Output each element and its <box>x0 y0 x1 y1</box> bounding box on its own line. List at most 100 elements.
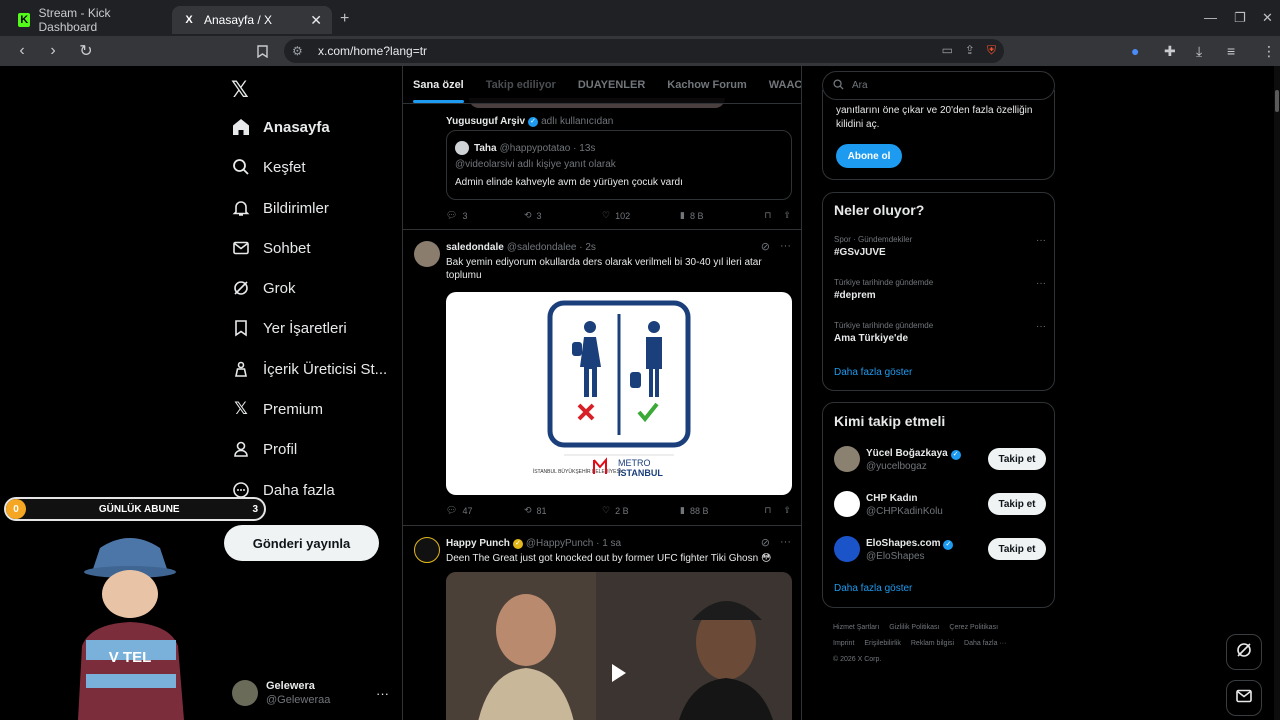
post-image[interactable]: İSTANBUL BÜYÜKŞEHİR BELEDİYESİ METRO İST… <box>446 292 792 495</box>
footer-link[interactable]: Daha fazla ··· <box>964 640 1006 647</box>
trend-item[interactable]: Türkiye tarihinde gündemde Ama Türkiye'd… <box>834 321 1046 344</box>
nav-item-notifications[interactable]: Bildirimler <box>231 194 329 222</box>
quoted-post[interactable]: Taha @happypotatao · 13s @videolarsivi a… <box>446 130 792 200</box>
cast-icon[interactable]: ▭ <box>942 43 953 58</box>
avatar[interactable] <box>414 241 440 267</box>
menu-icon[interactable]: ⋮ <box>1262 43 1276 60</box>
restore-icon[interactable]: ❐ <box>1234 10 1246 26</box>
bookmark-page-icon[interactable] <box>252 41 272 61</box>
footer-link[interactable]: Erişilebilirlik <box>864 640 901 647</box>
share-icon[interactable]: ⇪ <box>783 210 791 221</box>
share-icon[interactable]: ⇪ <box>783 505 791 516</box>
nav-item-home[interactable]: Anasayfa <box>231 113 330 141</box>
like-button[interactable]: ♡ 2 B <box>602 505 680 516</box>
grok-fab[interactable] <box>1226 634 1262 670</box>
post-video[interactable] <box>446 572 792 720</box>
counter-label: GÜNLÜK ABUNE <box>98 503 180 515</box>
footer-link[interactable]: Imprint <box>833 640 854 647</box>
footer-link[interactable]: Çerez Politikası <box>949 624 998 631</box>
window-close-icon[interactable]: ✕ <box>1262 10 1273 26</box>
nav-item-explore[interactable]: Keşfet <box>231 153 306 181</box>
post-author[interactable]: Yugusuguf Arşiv <box>446 116 525 127</box>
follow-button[interactable]: Takip et <box>988 493 1046 515</box>
views-button[interactable]: ▮ 8 B <box>680 210 750 221</box>
nav-item-premium[interactable]: 𝕏 Premium <box>231 395 323 423</box>
bookmark-icon[interactable]: ⊓ <box>764 505 771 516</box>
x-logo-icon[interactable]: 𝕏 <box>231 77 249 103</box>
post-author[interactable]: Happy Punch <box>446 538 510 549</box>
address-bar[interactable]: ⚙ x.com/home?lang=tr ▭ ⇪ ⛨ <box>284 39 1004 63</box>
browser-tab-kick[interactable]: K Stream - Kick Dashboard <box>8 6 168 34</box>
suggestion-handle: @CHPKadinKolu <box>866 506 943 517</box>
repost-button[interactable]: ⟲ 81 <box>524 505 602 516</box>
reply-button[interactable]: 💬︎ 3 <box>446 210 524 221</box>
timeline-post[interactable]: Happy Punch ✓ @HappyPunch · 1 sa ⊘ ··· D… <box>403 527 801 720</box>
share-icon[interactable]: ⇪ <box>965 43 975 58</box>
follow-suggestion[interactable]: CHP Kadın @CHPKadinKolu Takip et <box>834 489 1046 519</box>
profile-extension-icon[interactable]: ● <box>1131 43 1139 59</box>
timeline-post[interactable]: Yugusuguf Arşiv ✓ adlı kullanıcıdan Taha… <box>403 98 801 230</box>
bookmark-icon[interactable]: ⊓ <box>764 210 771 221</box>
reload-icon[interactable]: ↻ <box>76 41 96 61</box>
nav-item-profile[interactable]: Profil <box>231 435 297 463</box>
account-more-icon[interactable]: ··· <box>376 686 389 701</box>
verified-icon: ✓ <box>943 540 954 550</box>
tab-kachow-forum[interactable]: Kachow Forum <box>667 79 746 91</box>
nav-item-creator-studio[interactable]: İçerik Üreticisi St... <box>231 355 387 383</box>
trend-item[interactable]: Türkiye tarihinde gündemde #deprem ··· <box>834 278 1046 301</box>
views-button[interactable]: ▮ 88 B <box>680 505 750 516</box>
more-icon[interactable]: ··· <box>1036 235 1046 246</box>
person-icon <box>231 439 251 459</box>
extensions-icon[interactable]: ✚ <box>1164 43 1176 60</box>
download-icon[interactable]: ⤓ <box>1196 43 1202 60</box>
browser-tab-x[interactable]: X Anasayfa / X ✕ <box>172 6 332 34</box>
tab-close-icon[interactable]: ✕ <box>310 12 322 29</box>
follow-suggestion[interactable]: Yücel Boğazkaya ✓ @yucelbogaz Takip et <box>834 444 1046 474</box>
tab-following[interactable]: Takip ediliyor <box>486 79 556 91</box>
search-input[interactable]: Ara <box>822 71 1055 100</box>
more-icon[interactable]: ··· <box>1036 321 1046 332</box>
premium-card: yanıtlarını öne çıkar ve 20'den fazla öz… <box>822 90 1055 180</box>
follow-suggestion[interactable]: EloShapes.com ✓ @EloShapes Takip et <box>834 534 1046 564</box>
show-more-link[interactable]: Daha fazla göster <box>834 367 912 378</box>
tab-duayenler[interactable]: DUAYENLER <box>578 79 645 91</box>
more-icon[interactable]: ··· <box>780 240 791 253</box>
account-switcher[interactable]: Gelewera @Geleweraa <box>232 680 330 706</box>
nav-item-grok[interactable]: Grok <box>231 274 296 302</box>
timeline-post[interactable]: saledondale @saledondalee · 2s ⊘ ··· Bak… <box>403 231 801 526</box>
repost-button[interactable]: ⟲ 3 <box>524 210 602 221</box>
brave-shield-icon[interactable]: ⛨ <box>987 43 996 58</box>
reply-button[interactable]: 💬︎ 47 <box>446 505 524 516</box>
grok-icon[interactable]: ⊘ <box>761 240 770 253</box>
trend-item[interactable]: Spor · Gündemdekiler #GSvJUVE ··· <box>834 235 1046 258</box>
forward-icon[interactable]: › <box>43 41 63 61</box>
subscribe-button[interactable]: Abone ol <box>836 144 902 168</box>
tab-waac-club[interactable]: WAAC Club <box>769 79 801 91</box>
minimize-icon[interactable]: — <box>1204 10 1217 25</box>
nav-item-bookmarks[interactable]: Yer İşaretleri <box>231 314 347 342</box>
nav-item-messages[interactable]: Sohbet <box>231 234 311 262</box>
footer-link[interactable]: Gizlilik Politikası <box>889 624 939 631</box>
suggestion-name: CHP Kadın <box>866 493 918 504</box>
messages-fab[interactable] <box>1226 680 1262 716</box>
avatar[interactable] <box>414 537 440 563</box>
post-button[interactable]: Gönderi yayınla <box>224 525 379 561</box>
more-icon[interactable]: ··· <box>1036 278 1046 289</box>
follow-button[interactable]: Takip et <box>988 448 1046 470</box>
grok-icon[interactable]: ⊘ <box>761 536 770 549</box>
new-tab-icon[interactable]: + <box>340 10 349 28</box>
more-icon[interactable]: ··· <box>780 536 791 549</box>
follow-button[interactable]: Takip et <box>988 538 1046 560</box>
footer-link[interactable]: Hizmet Şartları <box>833 624 879 631</box>
show-more-link[interactable]: Daha fazla göster <box>834 583 912 594</box>
scrollbar-thumb[interactable] <box>1275 90 1279 112</box>
copyright: © 2026 X Corp. <box>833 656 882 663</box>
page-scrollbar[interactable] <box>1274 66 1280 720</box>
post-author[interactable]: saledondale <box>446 242 504 253</box>
site-settings-icon[interactable]: ⚙ <box>292 44 308 58</box>
back-icon[interactable]: ‹ <box>12 41 32 61</box>
tab-for-you[interactable]: Sana özel <box>413 79 464 103</box>
footer-link[interactable]: Reklam bilgisi <box>911 640 954 647</box>
playlist-icon[interactable]: ≡ <box>1227 43 1235 59</box>
like-button[interactable]: ♡ 102 <box>602 210 680 221</box>
